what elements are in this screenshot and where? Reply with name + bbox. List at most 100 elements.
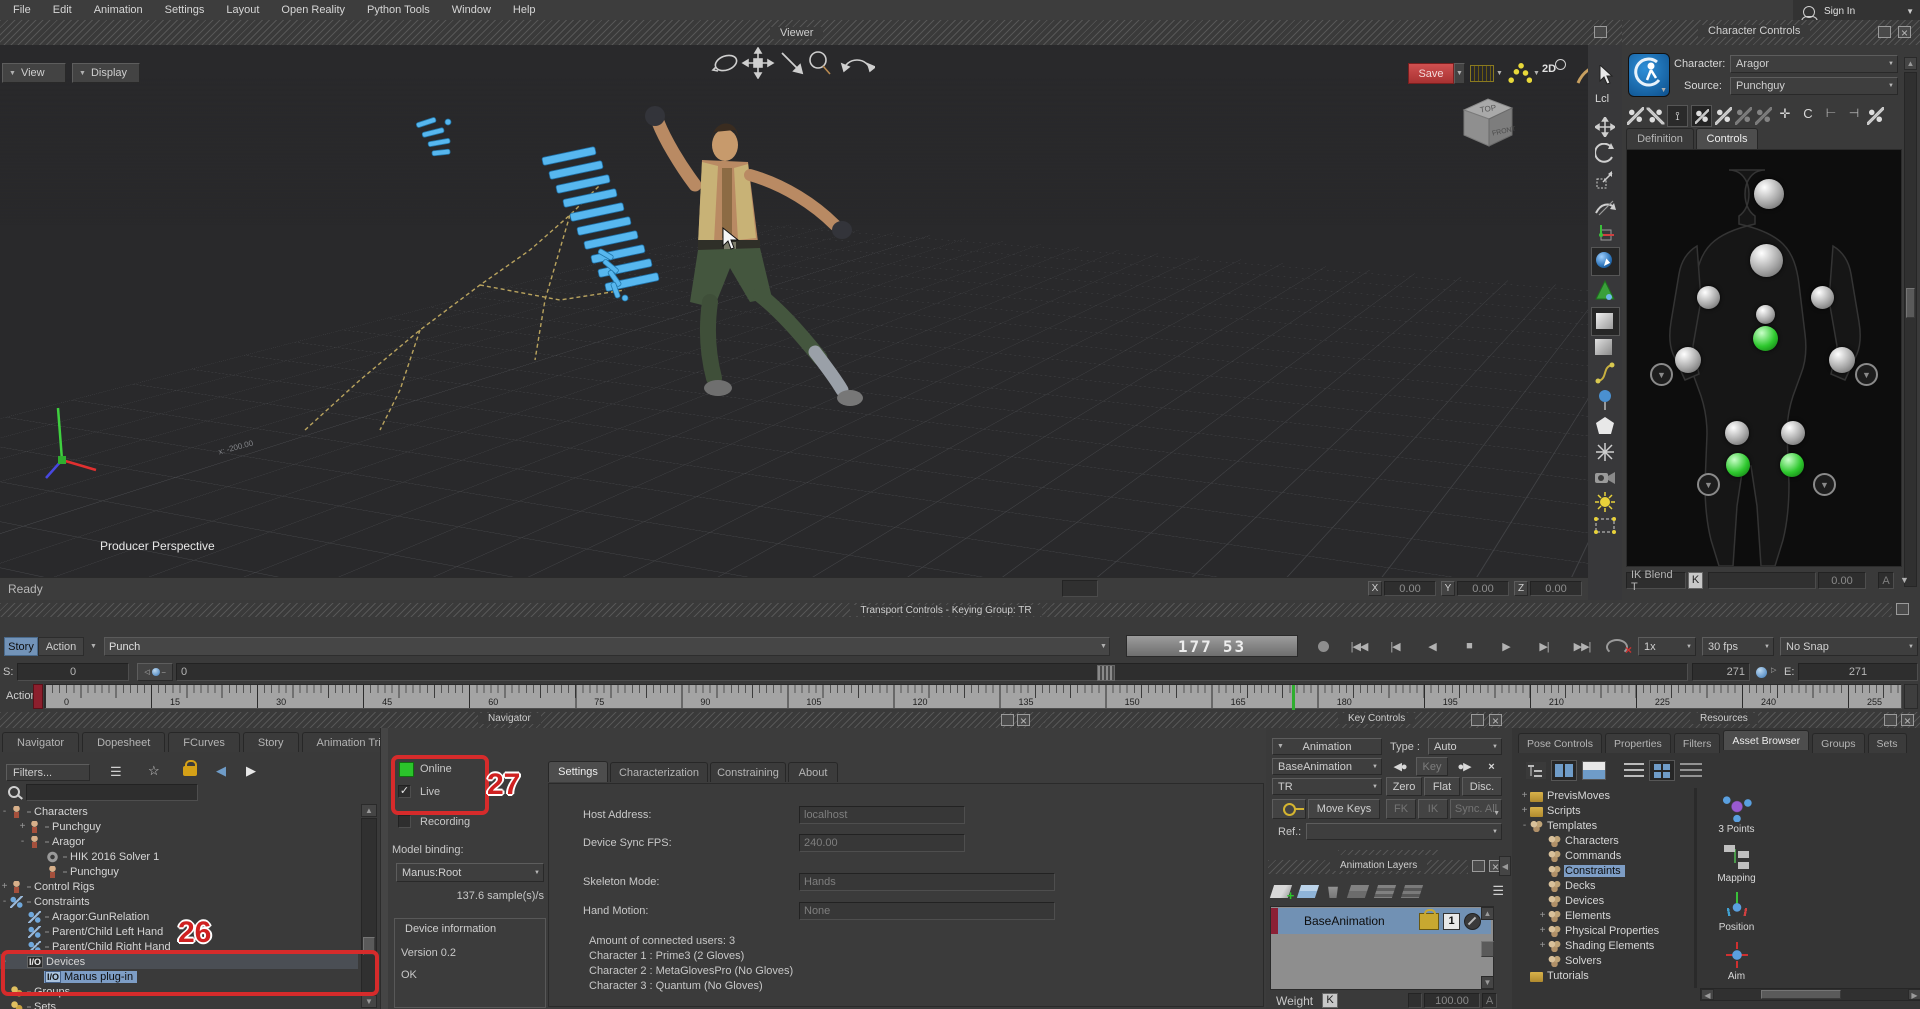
translate-tool-icon[interactable] [1595, 117, 1615, 137]
display-menu-button[interactable]: ▼ Display [72, 63, 140, 83]
magnify-icon[interactable] [810, 52, 830, 74]
resources-tree-item[interactable]: + Physical Properties [1520, 923, 1692, 938]
list-options-icon[interactable]: ☰ [110, 764, 122, 780]
key-button[interactable]: Key [1416, 757, 1448, 776]
resources-tree-item[interactable]: + PrevisMoves [1520, 788, 1692, 803]
marker-tool-icon[interactable] [1595, 389, 1615, 411]
light-tool-icon[interactable] [1594, 491, 1616, 513]
bone-icon[interactable] [1627, 107, 1644, 125]
coord-x-field[interactable]: 0.00 [1384, 581, 1436, 596]
figure-icon-2[interactable] [1735, 107, 1752, 125]
keying-group-select[interactable]: TR [1272, 778, 1382, 795]
duplicate-empty-layer-icon[interactable] [1401, 885, 1423, 898]
select-tool-icon[interactable] [1596, 65, 1614, 85]
pin-translate-icon[interactable]: ✛ [1775, 106, 1795, 126]
nav-back-icon[interactable]: ◀ [216, 763, 226, 779]
menu-item[interactable]: Help [502, 0, 547, 20]
timeline-start-marker[interactable] [33, 684, 43, 709]
range-knob[interactable] [1756, 667, 1767, 678]
character-select[interactable]: Aragor [1730, 55, 1898, 73]
animation-layers-float-icon[interactable] [1472, 860, 1485, 872]
menu-item[interactable]: File [2, 0, 42, 20]
asset-item[interactable]: 3 Points [1700, 786, 1773, 835]
key-type-select[interactable]: Auto [1428, 738, 1502, 755]
list-view-icon[interactable] [1624, 763, 1644, 779]
add-figure-icon[interactable] [1867, 107, 1884, 125]
clip-dropdown-chevron[interactable]: ▼ [1100, 643, 1107, 650]
source-select[interactable]: Punchguy [1730, 77, 1898, 95]
range-end-inline-field[interactable]: 271 [1692, 663, 1750, 681]
orientation-cube[interactable]: TOP FRONT [1456, 92, 1522, 152]
polygon-tool-icon[interactable] [1594, 415, 1616, 437]
navigator-float-icon[interactable] [1001, 714, 1014, 726]
tree-view-icon[interactable] [1526, 762, 1546, 779]
layers-scroll-up[interactable]: ▲ [1481, 907, 1494, 920]
menu-item[interactable]: Edit [42, 0, 83, 20]
resources-tree-item[interactable]: Tutorials [1520, 968, 1692, 983]
resources-tab[interactable]: Asset Browser [1723, 730, 1809, 750]
skeleton-figure-icon[interactable] [1691, 105, 1712, 127]
arc-rotate-icon[interactable] [842, 60, 875, 71]
take-select[interactable]: BaseAnimation [1272, 758, 1382, 775]
navigator-close-icon[interactable]: × [1017, 714, 1030, 726]
right-hand-pull-button[interactable]: ▼ [1855, 363, 1878, 386]
view-menu-button[interactable]: ▼ View [2, 63, 66, 83]
asset-item[interactable]: Multi Refere... [1700, 982, 1773, 986]
snap-select[interactable]: No Snap [1780, 637, 1918, 656]
global-translate-icon[interactable] [1594, 223, 1616, 245]
split-view-icon[interactable] [1551, 760, 1577, 781]
navigator-tab[interactable]: FCurves [168, 732, 240, 752]
stick-figure-icon[interactable]: ⟟ [1667, 105, 1688, 127]
right-foot-effector[interactable] [1780, 453, 1804, 477]
ik-button[interactable]: IK [1418, 799, 1448, 819]
resources-tree-item[interactable]: Devices [1520, 893, 1692, 908]
camera-tool-icon[interactable] [1593, 467, 1617, 487]
device-tab-about[interactable]: About [788, 762, 838, 782]
coord-y-field[interactable]: 0.00 [1457, 581, 1509, 596]
goto-end-button[interactable]: ▶▶| [1568, 638, 1596, 654]
skeleton-tool-icon[interactable] [1594, 441, 1616, 463]
resources-tree-item[interactable]: Commands [1520, 848, 1692, 863]
resources-tree-item[interactable]: Characters [1520, 833, 1692, 848]
prev-key-button[interactable]: |◀ [1383, 638, 1407, 654]
weight-a-button[interactable]: A [1482, 993, 1497, 1008]
char-scrollbar[interactable] [1904, 72, 1917, 587]
resources-tree-item[interactable]: Solvers [1520, 953, 1692, 968]
layer-mute-icon[interactable] [1464, 913, 1481, 930]
merge-layers-icon[interactable] [1347, 885, 1369, 898]
clip-name-field[interactable]: Punch [104, 637, 1110, 656]
resources-tab[interactable]: Filters [1674, 733, 1721, 753]
navigator-tree-item[interactable]: + Control Rigs [0, 879, 358, 894]
navigator-tree-item[interactable]: HIK 2016 Solver 1 [0, 849, 358, 864]
hsplit-view-icon[interactable] [1582, 761, 1606, 780]
figure-icon-3[interactable] [1755, 107, 1772, 125]
asset-item[interactable]: Mapping [1700, 835, 1773, 884]
prev-frame-button[interactable]: ◀ [1422, 638, 1442, 654]
right-foot-pull-button[interactable]: ▼ [1813, 473, 1836, 496]
resources-tab[interactable]: Sets [1868, 733, 1907, 753]
navigator-tab[interactable]: Dopesheet [82, 732, 165, 752]
head-effector[interactable] [1754, 179, 1784, 209]
weight-key-button[interactable]: K [1322, 993, 1338, 1008]
delete-key-button[interactable]: × [1480, 757, 1502, 776]
menu-item[interactable]: Animation [83, 0, 154, 20]
ik-blend-a-button[interactable]: A [1878, 572, 1894, 589]
zoom-scrubber-handle[interactable] [1097, 665, 1115, 681]
layer-solo-button[interactable]: 1 [1443, 913, 1460, 930]
action-tab[interactable]: Action [38, 637, 84, 656]
left-wrist-effector[interactable] [1675, 347, 1701, 373]
char-panel-close-icon[interactable]: × [1898, 26, 1911, 38]
fk-button[interactable]: FK [1386, 799, 1416, 819]
spline-tool-icon[interactable] [1594, 361, 1616, 385]
menu-item[interactable]: Open Reality [270, 0, 356, 20]
resources-tree-item[interactable]: Constraints [1520, 863, 1692, 878]
left-foot-effector[interactable] [1726, 453, 1750, 477]
hips-effector[interactable] [1753, 326, 1778, 351]
resources-tree-item[interactable]: Decks [1520, 878, 1692, 893]
waist-effector[interactable] [1756, 305, 1775, 324]
layers-scroll-thumb[interactable] [1481, 941, 1494, 957]
playback-speed-select[interactable]: 1x [1638, 637, 1696, 656]
ik-blend-key-button[interactable]: K [1688, 572, 1703, 589]
draw-tool-icon[interactable] [1574, 61, 1588, 87]
character-body-view[interactable]: ▼ ▼ ▼ ▼ [1626, 149, 1902, 567]
